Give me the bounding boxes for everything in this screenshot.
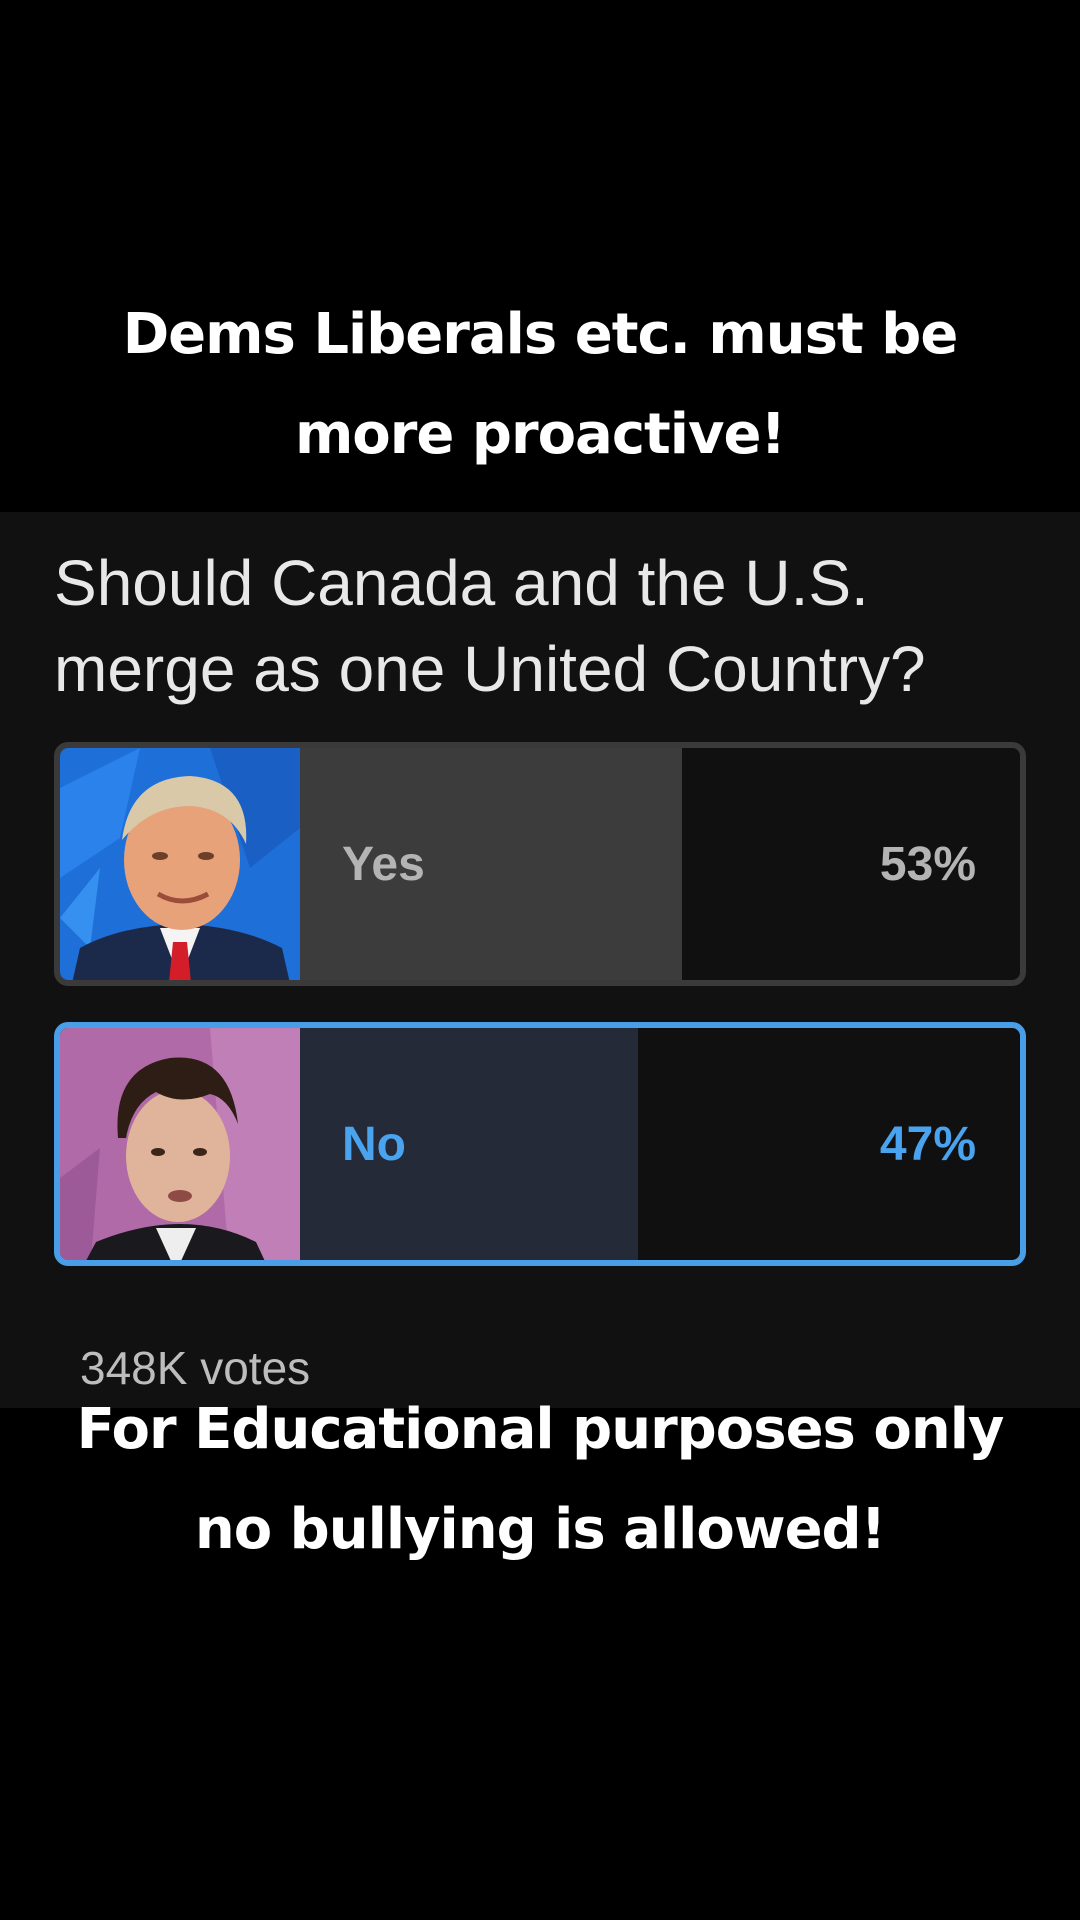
poll-question-line-1: Should Canada and the U.S. bbox=[54, 547, 869, 619]
caption-top-line-2: more proactive! bbox=[294, 402, 786, 467]
caption-top-line-1: Dems Liberals etc. must be bbox=[122, 302, 959, 367]
option-no-photo bbox=[60, 1028, 300, 1260]
poll-question-line-2: merge as one United Country? bbox=[54, 633, 926, 705]
option-yes-label: Yes bbox=[342, 837, 425, 891]
option-yes-percent: 53% bbox=[879, 837, 976, 891]
poll-option-no[interactable]: No 47% bbox=[54, 1022, 1026, 1266]
option-yes-photo bbox=[60, 748, 300, 980]
option-no-percent: 47% bbox=[879, 1117, 976, 1171]
poll-card: Should Canada and the U.S. merge as one … bbox=[0, 512, 1080, 1408]
man-pink-background-photo bbox=[60, 1028, 300, 1260]
caption-bottom-line-2: no bullying is allowed! bbox=[194, 1497, 886, 1562]
caption-top: Dems Liberals etc. must be more proactiv… bbox=[0, 285, 1080, 485]
caption-bottom: For Educational purposes only no bullyin… bbox=[0, 1380, 1080, 1580]
caption-bottom-line-1: For Educational purposes only bbox=[76, 1397, 1005, 1462]
option-no-label: No bbox=[342, 1117, 406, 1171]
poll-question: Should Canada and the U.S. merge as one … bbox=[54, 540, 1034, 712]
poll-option-yes[interactable]: Yes 53% bbox=[54, 742, 1026, 986]
man-blue-background-red-tie-photo bbox=[60, 748, 300, 980]
